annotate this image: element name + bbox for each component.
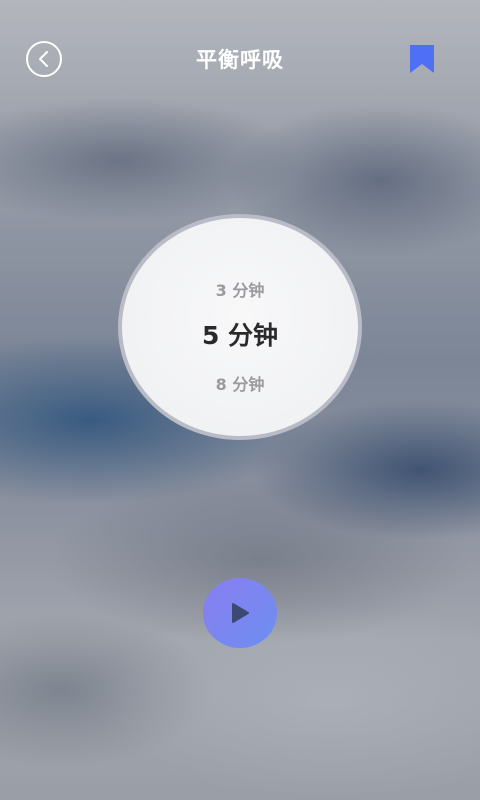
header: 平衡呼吸 [0,0,480,116]
duration-picker[interactable]: 3 分钟 5 分钟 8 分钟 [118,214,362,440]
duration-option-selected[interactable]: 5 分钟 [122,316,358,352]
play-icon [232,603,249,623]
bookmark-button[interactable] [404,44,440,82]
bookmark-icon [410,45,434,73]
duration-option-prev[interactable]: 3 分钟 [122,277,358,301]
duration-option-next[interactable]: 8 分钟 [122,371,358,395]
play-button[interactable] [203,578,277,648]
